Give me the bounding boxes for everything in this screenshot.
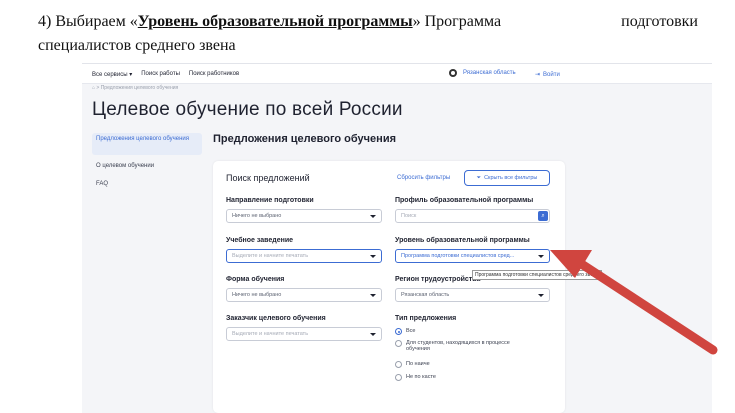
instruction-highlight: Уровень образовательной программы — [137, 13, 413, 30]
reset-filters-link[interactable]: Сбросить фильтры — [397, 175, 450, 181]
offer-type-radio-option4[interactable]: Не по касте — [395, 374, 535, 381]
profile-search-input[interactable]: Поиск ⌕ — [395, 209, 550, 223]
level-select[interactable]: Программа подготовки специалистов сред..… — [395, 249, 550, 263]
region-field-label: Регион трудоустройства — [395, 276, 481, 283]
radio-icon — [395, 340, 402, 347]
radio-label: По наиче — [406, 361, 430, 367]
offer-type-radio-option3[interactable]: По наиче — [395, 361, 535, 368]
breadcrumb[interactable]: ⌂ > Предложения целевого обучения — [92, 85, 178, 91]
chevron-down-icon — [538, 255, 544, 258]
page-title: Целевое обучение по всей России — [92, 99, 403, 120]
login-icon: ⇥ — [535, 72, 541, 78]
form-value: Ничего не выбрано — [232, 292, 282, 298]
region-select[interactable]: Рязанская область — [395, 288, 550, 302]
radio-label: Для студентов, находящихся в процессе об… — [406, 340, 510, 352]
chevron-down-icon — [370, 215, 376, 218]
chevron-down-icon — [538, 294, 544, 297]
card-title: Поиск предложений — [226, 173, 310, 183]
radio-selected-icon — [395, 328, 402, 335]
nav-employee-search[interactable]: Поиск работников — [189, 71, 239, 78]
search-card: Поиск предложений Сбросить фильтры ⏷ Скр… — [213, 161, 565, 413]
region-value: Рязанская область — [401, 292, 450, 298]
top-bar: Все сервисы ▾ Поиск работы Поиск работни… — [82, 64, 712, 84]
direction-value: Ничего не выбрано — [232, 213, 282, 219]
nav-job-search[interactable]: Поиск работы — [141, 71, 180, 78]
sidebar: Предложения целевого обучения О целевом … — [92, 133, 202, 191]
instruction-text: 4) Выбираем «Уровень образовательной про… — [38, 10, 698, 58]
login-link[interactable]: ⇥ Войти — [535, 71, 560, 79]
chevron-down-icon — [370, 255, 376, 258]
customer-placeholder: Выделите и начните печатать — [232, 331, 309, 337]
level-label: Уровень образовательной программы — [395, 237, 530, 244]
top-nav: Все сервисы ▾ Поиск работы Поиск работни… — [92, 71, 239, 78]
accessibility-eye-icon[interactable] — [449, 69, 457, 77]
instruction-line1-end: подготовки — [621, 13, 698, 30]
direction-select[interactable]: Ничего не выбрано — [226, 209, 382, 223]
chevron-down-icon — [370, 333, 376, 336]
radio-label: Все — [406, 328, 416, 334]
hide-filters-label: Скрыть все фильтры — [484, 175, 538, 181]
form-label: Форма обучения — [226, 276, 285, 283]
instruction-line1-start: 4) Выбираем «Уровень образовательной про… — [38, 13, 502, 30]
sidebar-item-faq[interactable]: FAQ — [92, 178, 202, 191]
region-label: Рязанская область — [463, 70, 516, 76]
radio-icon — [395, 361, 402, 368]
nav-all-services[interactable]: Все сервисы ▾ — [92, 71, 132, 78]
customer-input[interactable]: Выделите и начните печатать — [226, 327, 382, 341]
instruction-line2: специалистов среднего звена — [38, 37, 236, 54]
institution-label: Учебное заведение — [226, 237, 294, 244]
sidebar-item-offers[interactable]: Предложения целевого обучения — [92, 133, 202, 155]
institution-placeholder: Выделите и начните печатать — [232, 253, 309, 259]
sidebar-item-about[interactable]: О целевом обучении — [92, 160, 202, 173]
profile-placeholder: Поиск — [401, 213, 417, 219]
section-title: Предложения целевого обучения — [213, 133, 396, 145]
profile-label: Профиль образовательной программы — [395, 197, 534, 204]
direction-label: Направление подготовки — [226, 197, 314, 204]
hide-filters-button[interactable]: ⏷ Скрыть все фильтры — [464, 170, 550, 186]
radio-icon — [395, 374, 402, 381]
region-selector[interactable]: Рязанская область — [449, 69, 516, 77]
chevron-down-icon — [370, 294, 376, 297]
institution-input[interactable]: Выделите и начните печатать — [226, 249, 382, 263]
search-icon[interactable]: ⌕ — [538, 211, 548, 221]
offer-type-radio-students[interactable]: Для студентов, находящихся в процессе об… — [395, 340, 535, 352]
offer-type-label: Тип предложения — [395, 315, 457, 322]
level-tooltip: Программа подготовки специалистов средне… — [472, 270, 602, 280]
radio-label: Не по касте — [406, 374, 436, 380]
customer-label: Заказчик целевого обучения — [226, 315, 326, 322]
level-value: Программа подготовки специалистов сред..… — [401, 253, 515, 259]
filter-icon: ⏷ — [476, 174, 482, 181]
website-screenshot: Все сервисы ▾ Поиск работы Поиск работни… — [82, 63, 712, 413]
offer-type-radio-all[interactable]: Все — [395, 328, 535, 335]
form-select[interactable]: Ничего не выбрано — [226, 288, 382, 302]
login-label: Войти — [543, 71, 560, 78]
